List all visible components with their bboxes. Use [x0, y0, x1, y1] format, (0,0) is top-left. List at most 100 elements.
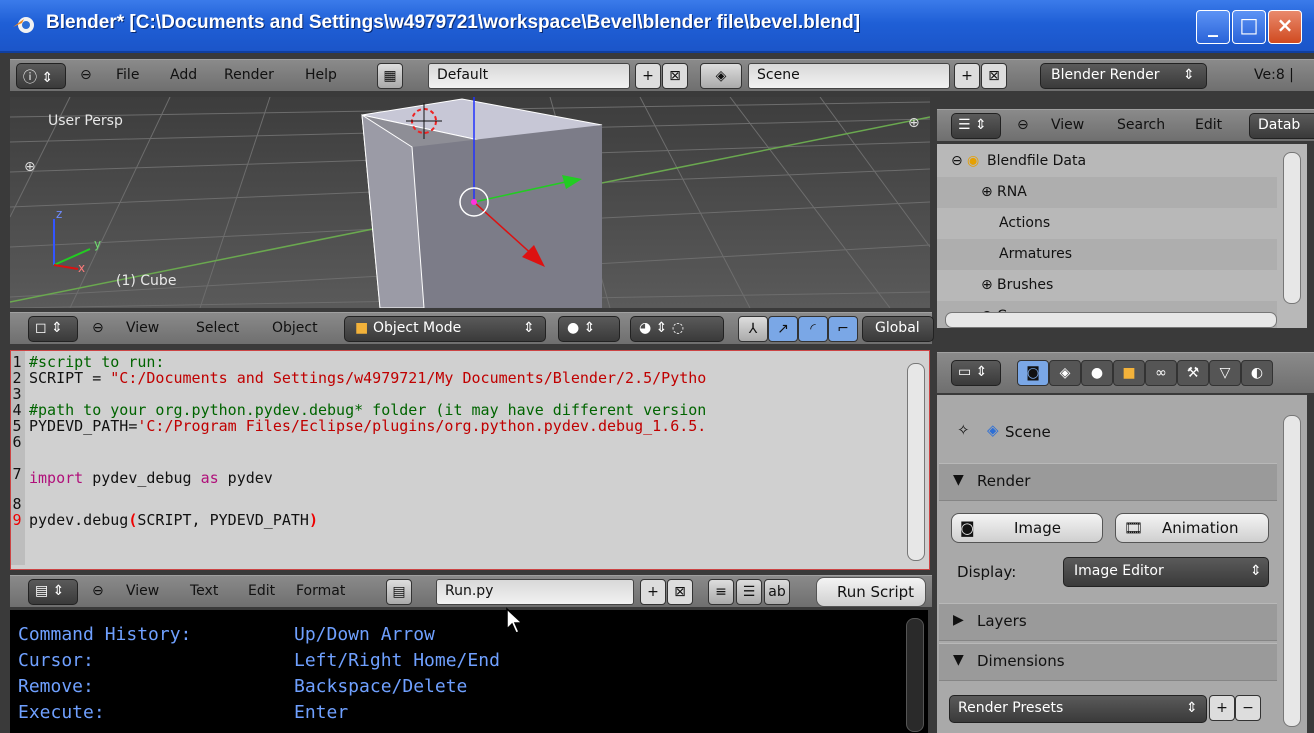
text-editor-header: ▤ ⇕ ⊖ View Text Edit Format ▤ Run.py + ⊠…: [10, 575, 932, 608]
layout-field[interactable]: Default: [428, 63, 630, 89]
constraints-tab-icon[interactable]: ∞: [1145, 360, 1177, 386]
collapse-icon[interactable]: ⊖: [951, 146, 963, 177]
outliner-scrollbar-h[interactable]: [945, 312, 1277, 328]
menu-select[interactable]: Select: [196, 313, 239, 343]
text-filename-field[interactable]: Run.py: [436, 579, 634, 605]
menu-view[interactable]: View: [126, 313, 159, 343]
outliner-item-label: Actions: [999, 215, 1051, 231]
console-scrollbar[interactable]: [906, 618, 924, 732]
remove-scene-icon[interactable]: ⊠: [981, 63, 1007, 89]
toolshelf-toggle-icon[interactable]: ⊕: [24, 159, 36, 175]
outliner-item-label: Armatures: [999, 246, 1073, 262]
3d-viewport[interactable]: ⊕ ⊕ User Persp (1) Cube z y x: [10, 97, 930, 308]
editor-type-text-button[interactable]: ▤ ⇕: [28, 579, 78, 605]
editor-type-3dview-button[interactable]: ◻ ⇕: [28, 316, 78, 342]
object-tab-icon[interactable]: ■: [1113, 360, 1145, 386]
syntax-highlight-toggle-icon[interactable]: ab: [764, 579, 790, 605]
render-engine-select[interactable]: Blender Render ⇕: [1040, 63, 1207, 89]
menu-add[interactable]: Add: [170, 60, 197, 90]
properties-editor[interactable]: ✧ ◈ Scene ▼ Render ◙ Image 🎞 Animation Disp…: [937, 395, 1307, 733]
run-script-button[interactable]: Run Script: [816, 577, 926, 607]
layers-panel-header[interactable]: ▶ Layers: [939, 603, 1277, 641]
dimensions-panel-header[interactable]: ▼ Dimensions: [939, 643, 1277, 681]
python-console[interactable]: Command History: Up/Down Arrow Cursor: L…: [10, 610, 928, 733]
add-preset-icon[interactable]: +: [1209, 695, 1235, 721]
collapse-icon[interactable]: ⊖: [1017, 110, 1029, 140]
outliner-item-rna[interactable]: ⊕ RNA: [937, 177, 1277, 208]
text-datablock-icon[interactable]: ▤: [386, 579, 412, 605]
viewport-shading-select[interactable]: ● ⇕: [558, 316, 620, 342]
collapse-icon[interactable]: ⊖: [92, 313, 104, 343]
outliner[interactable]: ⊖ ◉ Blendfile Data ⊕ RNA Actions Armatur…: [937, 144, 1307, 328]
text-menu-format[interactable]: Format: [296, 576, 345, 606]
translate-icon[interactable]: ↗: [768, 316, 798, 342]
outliner-menu-edit[interactable]: Edit: [1195, 110, 1222, 140]
outliner-item-blendfile-data[interactable]: ⊖ ◉ Blendfile Data: [937, 146, 1277, 177]
properties-toggle-icon[interactable]: ⊕: [908, 115, 920, 131]
outliner-scrollbar-v[interactable]: [1283, 152, 1301, 304]
render-presets-select[interactable]: Render Presets ⇕: [949, 695, 1207, 723]
minimize-button[interactable]: _: [1196, 10, 1230, 44]
outliner-display-select[interactable]: Datab: [1249, 113, 1314, 139]
menu-file[interactable]: File: [116, 60, 139, 90]
pin-icon[interactable]: ✧: [957, 421, 970, 439]
outliner-menu-view[interactable]: View: [1051, 110, 1084, 140]
outliner-icon: ☰ ⇕: [958, 117, 987, 133]
line-numbers-toggle-icon[interactable]: ≡: [708, 579, 734, 605]
collapse-icon[interactable]: ⊖: [92, 576, 104, 606]
remove-layout-icon[interactable]: ⊠: [662, 63, 688, 89]
expand-icon[interactable]: ⊕: [981, 270, 993, 301]
add-scene-icon[interactable]: +: [954, 63, 980, 89]
expand-icon[interactable]: ⊕: [981, 177, 993, 208]
scale-icon[interactable]: ⌐: [828, 316, 858, 342]
modifiers-tab-icon[interactable]: ⚒: [1177, 360, 1209, 386]
render-image-button[interactable]: ◙ Image: [951, 513, 1103, 543]
outliner-menu-search[interactable]: Search: [1117, 110, 1165, 140]
blender-icon: ◉: [967, 153, 980, 169]
word-wrap-toggle-icon[interactable]: ☰: [736, 579, 762, 605]
rotate-icon[interactable]: ◜: [798, 316, 828, 342]
menu-help[interactable]: Help: [305, 60, 337, 90]
editor-type-outliner-button[interactable]: ☰ ⇕: [951, 113, 1001, 139]
remove-preset-icon[interactable]: −: [1235, 695, 1261, 721]
render-animation-button[interactable]: 🎞 Animation: [1115, 513, 1269, 543]
scene-tab-icon[interactable]: ◈: [1049, 360, 1081, 386]
text-scrollbar[interactable]: [907, 363, 925, 561]
mode-select[interactable]: ■ Object Mode ⇕: [344, 316, 546, 342]
render-tab-icon[interactable]: ◙: [1017, 360, 1049, 386]
outliner-item-label: Blendfile Data: [987, 153, 1087, 169]
new-text-icon[interactable]: +: [640, 579, 666, 605]
view-label: User Persp: [48, 113, 123, 129]
scene-field[interactable]: Scene: [748, 63, 950, 89]
unlink-text-icon[interactable]: ⊠: [667, 579, 693, 605]
pivot-select[interactable]: ◕ ⇕ ◌: [630, 316, 724, 342]
display-select[interactable]: Image Editor ⇕: [1063, 557, 1269, 587]
scene-icon[interactable]: ◈: [700, 63, 742, 89]
maximize-button[interactable]: □: [1232, 10, 1266, 44]
text-menu-text[interactable]: Text: [190, 576, 218, 606]
screen-layout-icon[interactable]: ▦: [377, 63, 403, 89]
data-tab-icon[interactable]: ▽: [1209, 360, 1241, 386]
properties-scrollbar[interactable]: [1283, 415, 1301, 727]
menu-render[interactable]: Render: [224, 60, 274, 90]
outliner-item-actions[interactable]: Actions: [937, 208, 1277, 239]
manipulator-toggle-icon[interactable]: ⅄: [738, 316, 768, 342]
material-tab-icon[interactable]: ◐: [1241, 360, 1273, 386]
cube-object[interactable]: [361, 98, 603, 308]
text-editor[interactable]: 1 2 3 4 5 6 7 8 9 #script to run: SCRIPT…: [10, 350, 930, 570]
outliner-item-brushes[interactable]: ⊕ Brushes: [937, 270, 1277, 301]
menu-object[interactable]: Object: [272, 313, 318, 343]
text-menu-view[interactable]: View: [126, 576, 159, 606]
window-titlebar[interactable]: Blender* [C:\Documents and Settings\w497…: [0, 0, 1314, 53]
text-menu-edit[interactable]: Edit: [248, 576, 275, 606]
world-tab-icon[interactable]: ●: [1081, 360, 1113, 386]
collapse-icon[interactable]: ⊖: [80, 60, 92, 90]
outliner-item-label: RNA: [997, 184, 1027, 200]
outliner-item-armatures[interactable]: Armatures: [937, 239, 1277, 270]
add-layout-icon[interactable]: +: [635, 63, 661, 89]
orientation-select[interactable]: Global: [862, 316, 934, 342]
editor-type-info-button[interactable]: ⓘ ⇕: [16, 63, 66, 89]
render-panel-header[interactable]: ▼ Render: [939, 463, 1277, 501]
editor-type-properties-button[interactable]: ▭ ⇕: [951, 360, 1001, 386]
close-button[interactable]: ×: [1268, 10, 1302, 44]
